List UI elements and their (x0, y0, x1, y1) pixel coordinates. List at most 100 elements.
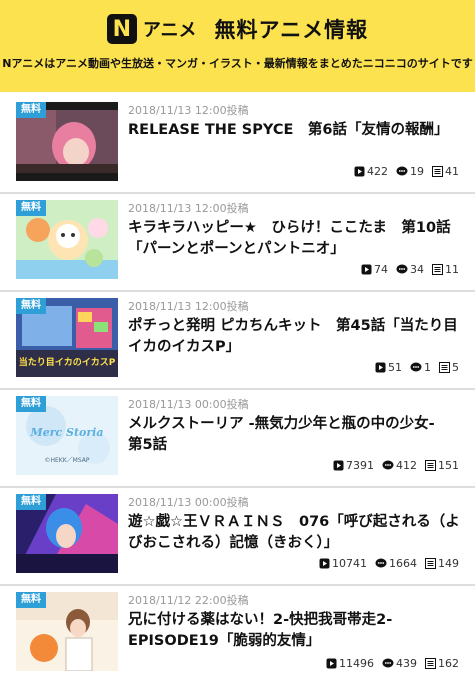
mylist-icon (432, 166, 443, 177)
video-title[interactable]: 兄に付ける薬はない！2-快把我哥帯走2- EPISODE19「脆弱的友情」 (128, 610, 462, 652)
play-icon (361, 264, 372, 275)
video-stats: 7391 412 151 (333, 459, 459, 472)
views-count: 10741 (332, 557, 367, 570)
views-count: 7391 (346, 459, 374, 472)
play-icon (375, 362, 386, 373)
post-date: 2018/11/13 12:00投稿 (128, 202, 249, 215)
brand[interactable]: N アニメ 無料アニメ情報 (0, 14, 475, 44)
comments-stat: 439 (382, 657, 417, 670)
anime-list: 無料 2018/11/13 12:00投稿 RELEASE THE SPYCE … (0, 96, 475, 680)
video-title[interactable]: 遊☆戯☆王ＶＲＡＩＮＳ 076「呼び起される（よびおこされる）記憶（きおく）」 (128, 512, 462, 554)
mylist-stat: 11 (432, 263, 459, 276)
free-badge: 無料 (16, 494, 46, 510)
mylist-count: 151 (438, 459, 459, 472)
mylist-count: 41 (445, 165, 459, 178)
video-stats: 422 19 41 (354, 165, 459, 178)
comment-icon (410, 362, 422, 372)
list-item[interactable]: 無料 2018/11/13 12:00投稿 RELEASE THE SPYCE … (0, 96, 475, 194)
play-icon (354, 166, 365, 177)
post-date: 2018/11/13 00:00投稿 (128, 496, 249, 509)
play-icon (333, 460, 344, 471)
list-item[interactable]: 無料 2018/11/12 22:00投稿 兄に付ける薬はない！2-快把我哥帯走… (0, 586, 475, 680)
comments-stat: 1664 (375, 557, 417, 570)
brand-name: アニメ (142, 20, 197, 41)
video-thumbnail[interactable]: 当たり目イカのイカスP 無料 (16, 298, 118, 377)
views-count: 74 (374, 263, 388, 276)
comments-count: 19 (410, 165, 424, 178)
comment-icon (375, 558, 387, 568)
comment-icon (396, 166, 408, 176)
video-thumbnail[interactable]: 無料 (16, 494, 118, 573)
comments-count: 1664 (389, 557, 417, 570)
mylist-icon (439, 362, 450, 373)
video-stats: 10741 1664 149 (319, 557, 459, 570)
post-date: 2018/11/12 22:00投稿 (128, 594, 249, 607)
thumbnail-caption: 当たり目イカのイカスP (19, 356, 116, 368)
logo-icon: N (106, 14, 137, 44)
comments-stat: 1 (410, 361, 431, 374)
comments-count: 34 (410, 263, 424, 276)
mylist-stat: 5 (439, 361, 459, 374)
mylist-stat: 41 (432, 165, 459, 178)
comments-stat: 34 (396, 263, 424, 276)
views-count: 422 (367, 165, 388, 178)
video-thumbnail[interactable]: 無料 (16, 592, 118, 671)
comment-icon (382, 460, 394, 470)
comments-stat: 412 (382, 459, 417, 472)
video-title[interactable]: メルクストーリア -無気力少年と瓶の中の少女- 第5話 (128, 414, 462, 456)
views-stat: 10741 (319, 557, 367, 570)
video-thumbnail[interactable]: 無料 (16, 102, 118, 181)
views-stat: 11496 (326, 657, 374, 670)
mylist-count: 149 (438, 557, 459, 570)
views-stat: 51 (375, 361, 402, 374)
comment-icon (382, 658, 394, 668)
mylist-count: 11 (445, 263, 459, 276)
mylist-stat: 162 (425, 657, 459, 670)
comments-count: 1 (424, 361, 431, 374)
mylist-stat: 149 (425, 557, 459, 570)
play-icon (326, 658, 337, 669)
mylist-icon (432, 264, 443, 275)
comments-stat: 19 (396, 165, 424, 178)
video-stats: 74 34 11 (361, 263, 459, 276)
free-badge: 無料 (16, 298, 46, 314)
free-badge: 無料 (16, 200, 46, 216)
free-badge: 無料 (16, 396, 46, 412)
mylist-icon (425, 460, 436, 471)
video-title[interactable]: ポチっと発明 ピカちんキット 第45話「当たり目イカのイカスP」 (128, 316, 462, 358)
mylist-icon (425, 558, 436, 569)
views-count: 51 (388, 361, 402, 374)
site-header: N アニメ 無料アニメ情報 Nアニメはアニメ動画や生放送・マンガ・イラスト・最新… (0, 0, 475, 92)
comments-count: 412 (396, 459, 417, 472)
free-badge: 無料 (16, 592, 46, 608)
thumbnail-logo: Merc Storia (30, 426, 104, 439)
video-thumbnail[interactable]: 無料 (16, 200, 118, 279)
video-title[interactable]: キラキラハッピー★ ひらけ！ここたま 第10話「パーンとポーンとパントニオ」 (128, 218, 462, 260)
video-stats: 11496 439 162 (326, 657, 459, 670)
play-icon (319, 558, 330, 569)
video-stats: 51 1 5 (375, 361, 459, 374)
page-title: 無料アニメ情報 (214, 18, 369, 42)
comment-icon (396, 264, 408, 274)
views-count: 11496 (339, 657, 374, 670)
free-badge: 無料 (16, 102, 46, 118)
mylist-stat: 151 (425, 459, 459, 472)
video-title[interactable]: RELEASE THE SPYCE 第6話「友情の報酬」 (128, 120, 462, 141)
views-stat: 422 (354, 165, 388, 178)
post-date: 2018/11/13 12:00投稿 (128, 300, 249, 313)
video-thumbnail[interactable]: Merc Storia ©HEKK／MSAP 無料 (16, 396, 118, 475)
comments-count: 439 (396, 657, 417, 670)
mylist-icon (425, 658, 436, 669)
site-tagline: Nアニメはアニメ動画や生放送・マンガ・イラスト・最新情報をまとめたニコニコのサイ… (2, 57, 473, 70)
views-stat: 74 (361, 263, 388, 276)
mylist-count: 162 (438, 657, 459, 670)
list-item[interactable]: 無料 2018/11/13 00:00投稿 遊☆戯☆王ＶＲＡＩＮＳ 076「呼び… (0, 488, 475, 586)
post-date: 2018/11/13 00:00投稿 (128, 398, 249, 411)
list-item[interactable]: 無料 2018/11/13 12:00投稿 キラキラハッピー★ ひらけ！ここたま… (0, 194, 475, 292)
list-item[interactable]: 当たり目イカのイカスP 無料 2018/11/13 12:00投稿 ポチっと発明… (0, 292, 475, 390)
thumbnail-credit: ©HEKK／MSAP (45, 457, 90, 464)
views-stat: 7391 (333, 459, 374, 472)
post-date: 2018/11/13 12:00投稿 (128, 104, 249, 117)
list-item[interactable]: Merc Storia ©HEKK／MSAP 無料 2018/11/13 00:… (0, 390, 475, 488)
mylist-count: 5 (452, 361, 459, 374)
